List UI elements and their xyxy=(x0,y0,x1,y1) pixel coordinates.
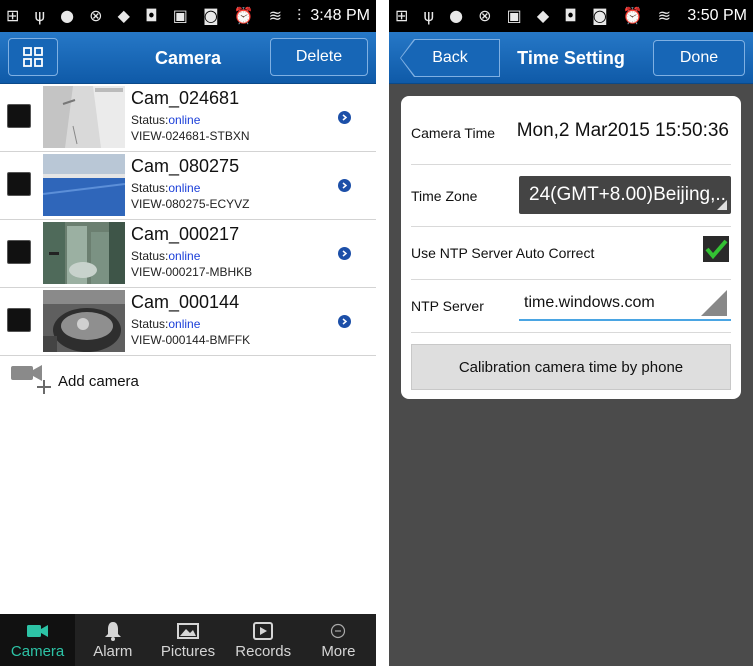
camera-status: Status:online xyxy=(131,181,200,195)
time-zone-value: 24(GMT+8.00)Beijing,.. xyxy=(529,184,726,205)
status-label: Status: xyxy=(131,181,169,195)
done-button[interactable]: Done xyxy=(653,40,745,76)
dropdown-corner-icon xyxy=(701,290,727,316)
camera-row[interactable]: Cam_000217 Status:online VIEW-000217-MBH… xyxy=(0,220,376,288)
camera-select-checkbox[interactable] xyxy=(7,172,31,196)
video-camera-icon xyxy=(26,621,49,641)
chevron-right-icon[interactable] xyxy=(338,315,351,328)
time-zone-label: Time Zone xyxy=(411,188,478,204)
camera-status: Status:online xyxy=(131,317,200,331)
time-zone-row: Time Zone 24(GMT+8.00)Beijing,.. xyxy=(411,164,731,227)
add-video-camera-icon xyxy=(10,364,52,399)
record-icon xyxy=(253,621,274,641)
status-label: Status: xyxy=(131,249,169,263)
camera-row[interactable]: Cam_080275 Status:online VIEW-080275-ECY… xyxy=(0,152,376,220)
camera-select-checkbox[interactable] xyxy=(7,308,31,332)
status-value: online xyxy=(168,249,201,263)
tab-label: Pictures xyxy=(160,642,216,660)
camera-list: Cam_024681 Status:online VIEW-024681-STB… xyxy=(0,84,376,356)
camera-name: Cam_000144 xyxy=(131,292,240,312)
camera-device-id: VIEW-024681-STBXN xyxy=(131,129,250,143)
add-camera-label: Add camera xyxy=(58,372,139,390)
bell-icon xyxy=(104,621,122,641)
status-icons: ⊞ ψ ● ⊗ ◆ ◘ ▣ ◙ ⏰ ≋ ⫶ ▮ xyxy=(6,6,311,25)
camera-thumbnail xyxy=(43,290,125,352)
chevron-right-icon[interactable] xyxy=(338,111,351,124)
status-bar: ⊞ ψ ● ⊗ ▣ ◆ ◘ ◙ ⏰ ≋ ⫶ ▮ 3:50 PM xyxy=(389,0,753,32)
camera-name: Cam_080275 xyxy=(131,156,240,176)
status-value: online xyxy=(168,317,201,331)
camera-time-value: Mon,2 Mar2015 15:50:36 xyxy=(516,120,729,141)
ntp-server-row: NTP Server time.windows.com xyxy=(411,279,731,333)
ntp-auto-correct-label: Use NTP Server Auto Correct xyxy=(411,245,595,261)
camera-select-checkbox[interactable] xyxy=(7,240,31,264)
tab-camera[interactable]: Camera xyxy=(0,614,76,666)
status-value: online xyxy=(168,113,201,127)
camera-select-checkbox[interactable] xyxy=(7,104,31,128)
time-setting-screen: ⊞ ψ ● ⊗ ▣ ◆ ◘ ◙ ⏰ ≋ ⫶ ▮ 3:50 PM Time Set… xyxy=(389,0,753,666)
camera-device-id: VIEW-080275-ECYVZ xyxy=(131,197,250,211)
ntp-server-label: NTP Server xyxy=(411,298,484,314)
tab-pictures[interactable]: Pictures xyxy=(150,614,225,666)
grid-view-button[interactable] xyxy=(8,38,58,76)
tab-label: Alarm xyxy=(93,642,133,660)
status-label: Status: xyxy=(131,113,169,127)
camera-list-screen: ⊞ ψ ● ⊗ ◆ ◘ ▣ ◙ ⏰ ≋ ⫶ ▮ 3:48 PM Camera D… xyxy=(0,0,376,666)
chevron-right-icon[interactable] xyxy=(338,247,351,260)
more-icon xyxy=(330,621,346,641)
ntp-auto-correct-checkbox[interactable] xyxy=(703,236,729,262)
bottom-tab-bar: Camera Alarm Pictures Records More xyxy=(0,614,376,666)
status-value: online xyxy=(168,181,201,195)
ntp-auto-correct-row: Use NTP Server Auto Correct xyxy=(411,226,731,280)
camera-row[interactable]: Cam_024681 Status:online VIEW-024681-STB… xyxy=(0,84,376,152)
picture-icon xyxy=(177,621,199,641)
chevron-right-icon[interactable] xyxy=(338,179,351,192)
camera-device-id: VIEW-000144-BMFFK xyxy=(131,333,251,347)
camera-time-label: Camera Time xyxy=(411,125,496,141)
ntp-server-value: time.windows.com xyxy=(524,294,655,311)
title-bar: Time Setting Back Done xyxy=(389,32,753,84)
camera-status: Status:online xyxy=(131,249,200,263)
tab-alarm[interactable]: Alarm xyxy=(75,614,150,666)
back-button[interactable]: Back xyxy=(401,40,499,76)
status-time: 3:50 PM xyxy=(687,7,747,24)
ntp-server-input[interactable]: time.windows.com xyxy=(519,289,731,321)
camera-thumbnail xyxy=(43,86,125,148)
dropdown-corner-icon xyxy=(717,200,727,210)
status-time: 3:48 PM xyxy=(310,7,370,24)
camera-status: Status:online xyxy=(131,113,200,127)
camera-time-row: Camera Time Mon,2 Mar2015 15:50:36 xyxy=(411,96,731,165)
add-camera-button[interactable]: Add camera xyxy=(10,364,139,399)
camera-thumbnail xyxy=(43,222,125,284)
time-settings-card: Camera Time Mon,2 Mar2015 15:50:36 Time … xyxy=(401,96,741,399)
camera-thumbnail xyxy=(43,154,125,216)
delete-button[interactable]: Delete xyxy=(270,38,368,76)
camera-name: Cam_000217 xyxy=(131,224,240,244)
status-icons: ⊞ ψ ● ⊗ ▣ ◆ ◘ ◙ ⏰ ≋ ⫶ ▮ xyxy=(395,6,688,25)
tab-label: Records xyxy=(235,642,292,660)
tab-label: More xyxy=(321,642,356,660)
status-bar: ⊞ ψ ● ⊗ ◆ ◘ ▣ ◙ ⏰ ≋ ⫶ ▮ 3:48 PM xyxy=(0,0,376,32)
title-bar: Camera Delete xyxy=(0,32,376,84)
calibrate-time-button[interactable]: Calibration camera time by phone xyxy=(411,344,731,390)
tab-records[interactable]: Records xyxy=(226,614,301,666)
time-zone-select[interactable]: 24(GMT+8.00)Beijing,.. xyxy=(519,176,731,214)
checkmark-icon xyxy=(705,239,728,260)
camera-row[interactable]: Cam_000144 Status:online VIEW-000144-BMF… xyxy=(0,288,376,356)
tab-more[interactable]: More xyxy=(301,614,376,666)
camera-name: Cam_024681 xyxy=(131,88,240,108)
status-label: Status: xyxy=(131,317,169,331)
tab-label: Camera xyxy=(10,642,65,660)
grid-icon xyxy=(23,47,43,67)
camera-device-id: VIEW-000217-MBHKB xyxy=(131,265,253,279)
